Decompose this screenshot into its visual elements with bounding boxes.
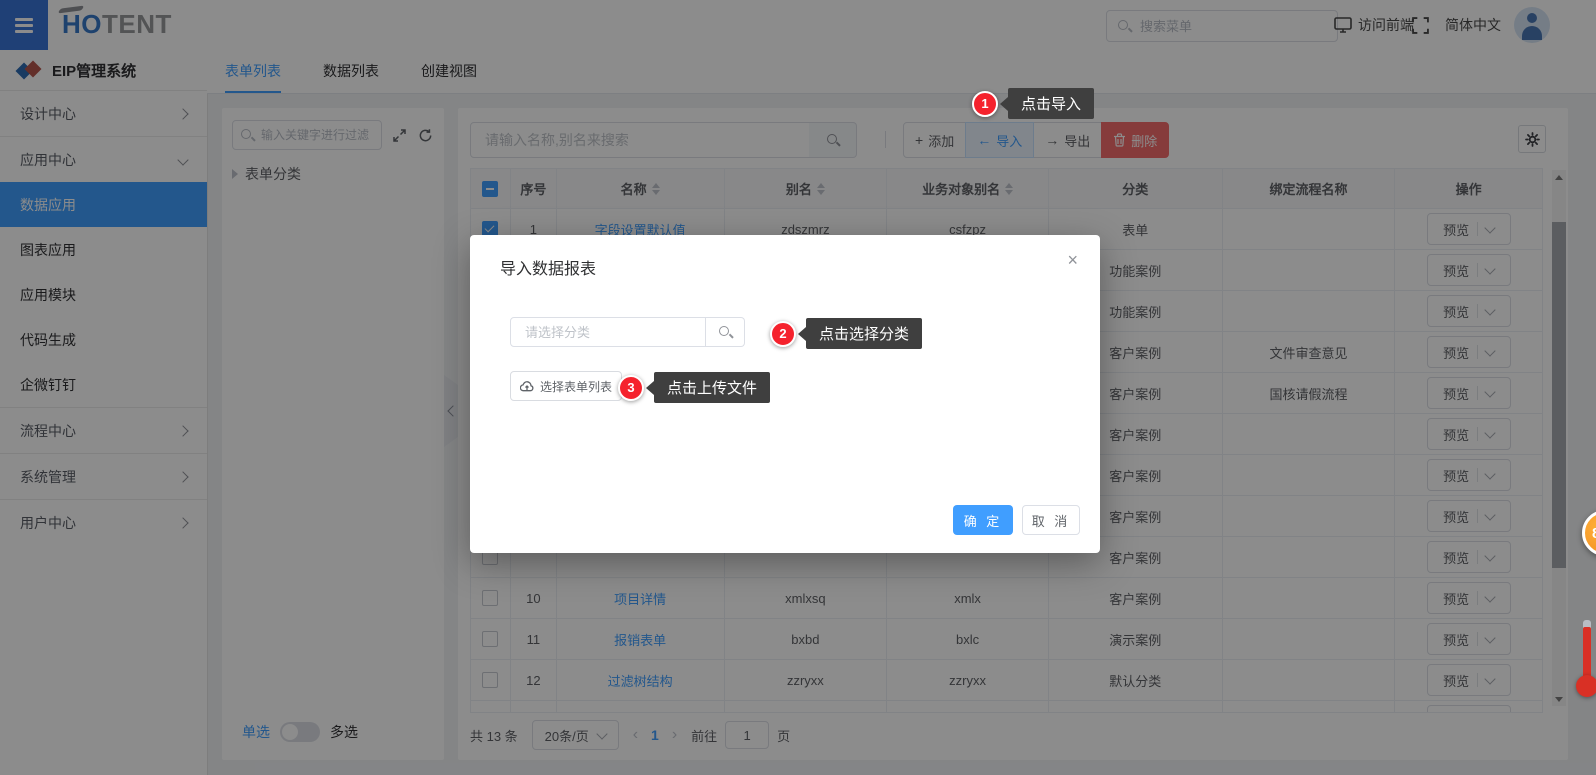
choose-file-button[interactable]: 选择表单列表 bbox=[510, 371, 622, 401]
import-dialog: 导入数据报表 × 选择表单列表 确 定 取 消 bbox=[470, 235, 1100, 553]
tooltip-text: 点击导入 bbox=[1008, 88, 1094, 119]
tooltip-text: 点击上传文件 bbox=[654, 372, 770, 403]
close-icon[interactable]: × bbox=[1067, 251, 1078, 269]
tooltip-arrow-icon bbox=[646, 381, 654, 395]
thermometer-bulb bbox=[1576, 675, 1596, 697]
annotation-step-3: 3 点击上传文件 bbox=[618, 372, 770, 403]
dialog-title: 导入数据报表 bbox=[500, 255, 596, 279]
app-screen: HOTENT 访问前端 简体中文 EIP管理系统 设计中心应用中心数据应用图表应… bbox=[0, 0, 1596, 775]
annotation-step-2: 2 点击选择分类 bbox=[770, 318, 922, 349]
tooltip-arrow-icon bbox=[798, 327, 806, 341]
step-badge: 2 bbox=[770, 321, 796, 347]
step-badge: 3 bbox=[618, 375, 644, 401]
confirm-button[interactable]: 确 定 bbox=[953, 505, 1013, 535]
category-select-input[interactable] bbox=[523, 324, 692, 341]
step-badge: 1 bbox=[972, 91, 998, 117]
cloud-upload-icon bbox=[520, 380, 534, 392]
cancel-button[interactable]: 取 消 bbox=[1022, 505, 1080, 535]
category-search-button[interactable] bbox=[706, 317, 745, 347]
tooltip-arrow-icon bbox=[1000, 97, 1008, 111]
thermometer-stem bbox=[1583, 627, 1591, 679]
tooltip-text: 点击选择分类 bbox=[806, 318, 922, 349]
category-select-box[interactable] bbox=[510, 317, 706, 347]
thermometer-widget[interactable] bbox=[1574, 620, 1596, 710]
annotation-step-1: 1 点击导入 bbox=[972, 88, 1094, 119]
search-icon bbox=[718, 325, 732, 339]
